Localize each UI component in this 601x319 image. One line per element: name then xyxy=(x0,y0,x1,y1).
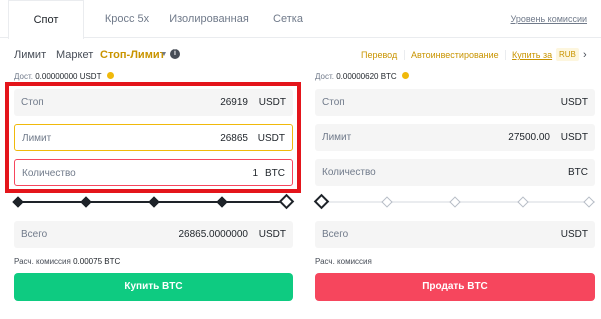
slider-step-25[interactable] xyxy=(80,196,92,208)
fee-value: 0.00075 BTC xyxy=(73,257,121,266)
field-value[interactable]: 1 xyxy=(252,160,258,187)
field-value[interactable]: 26919 xyxy=(220,89,248,116)
spot-order-panel: Спот Кросс 5x Изолированная Сетка Уровен… xyxy=(0,0,601,319)
field-unit: USDT xyxy=(257,133,285,144)
sell-btc-button[interactable]: Продать BTC xyxy=(315,273,595,301)
trading-mode-tabs: Спот Кросс 5x Изолированная Сетка Уровен… xyxy=(0,0,601,39)
balance-value: 0.00000620 BTC xyxy=(336,72,397,81)
field-label: Всего xyxy=(21,229,48,240)
buy-stop-input[interactable]: Стоп 26919 USDT xyxy=(14,89,293,116)
slider-step-0[interactable] xyxy=(12,196,24,208)
field-unit: USDT xyxy=(560,132,588,143)
field-value[interactable]: 27500.00 xyxy=(508,124,550,151)
field-label: Количество xyxy=(22,168,76,179)
tab-isolated[interactable]: Изолированная xyxy=(164,0,254,38)
tab-grid[interactable]: Сетка xyxy=(258,0,318,38)
field-value[interactable]: 26865.0000000 xyxy=(178,221,248,248)
slider-step-75[interactable] xyxy=(517,196,529,208)
info-icon[interactable]: i xyxy=(170,49,180,59)
slider-handle[interactable] xyxy=(313,193,330,210)
buy-total-input[interactable]: Всего 26865.0000000 USDT xyxy=(14,221,293,248)
caret-down-icon[interactable]: ▼ xyxy=(158,49,170,61)
field-label: Всего xyxy=(322,229,349,240)
slider-step-75[interactable] xyxy=(216,196,228,208)
buy-amount-slider[interactable] xyxy=(12,193,295,210)
field-label: Стоп xyxy=(322,97,345,108)
balance-label: Дост. xyxy=(14,72,33,81)
slider-step-50[interactable] xyxy=(148,196,160,208)
currency-badge[interactable]: RUB xyxy=(556,48,579,61)
field-label: Количество xyxy=(322,167,376,178)
buy-limit-input[interactable]: Лимит 26865 USDT xyxy=(14,124,293,151)
auto-invest-link[interactable]: Автоинвестирование xyxy=(411,47,499,63)
field-label: Лимит xyxy=(22,133,52,144)
sell-total-input[interactable]: Всего USDT xyxy=(315,221,595,248)
link-divider xyxy=(404,50,405,60)
field-value[interactable]: 26865 xyxy=(220,125,248,152)
coin-icon[interactable] xyxy=(401,72,409,79)
sell-estimated-fee: Расч. комиссия xyxy=(315,256,372,268)
field-label: Лимит xyxy=(322,132,352,143)
fee-level-link[interactable]: Уровень комиссии xyxy=(511,0,587,38)
tab-cross-5x[interactable]: Кросс 5x xyxy=(92,0,162,38)
slider-step-50[interactable] xyxy=(449,196,461,208)
buy-estimated-fee: Расч. комиссия 0.00075 BTC xyxy=(14,256,120,268)
transfer-link[interactable]: Перевод xyxy=(361,47,397,63)
coin-icon[interactable] xyxy=(106,72,114,79)
order-type-limit[interactable]: Лимит xyxy=(14,47,46,63)
balance-value: 0.00000000 USDT xyxy=(35,72,102,81)
sell-quantity-input[interactable]: Количество BTC xyxy=(315,159,595,186)
fee-label: Расч. комиссия xyxy=(315,257,372,266)
field-unit: USDT xyxy=(258,97,286,108)
sell-available-balance: Дост. 0.00000620 BTC xyxy=(315,71,409,83)
slider-step-100[interactable] xyxy=(583,196,595,208)
slider-handle[interactable] xyxy=(278,193,295,210)
link-divider xyxy=(505,50,506,60)
buy-available-balance: Дост. 0.00000000 USDT xyxy=(14,71,114,83)
sell-limit-input[interactable]: Лимит 27500.00 USDT xyxy=(315,124,595,151)
chevron-right-icon[interactable]: › xyxy=(583,47,587,63)
tab-spot[interactable]: Спот xyxy=(8,0,84,39)
fee-label: Расч. комиссия xyxy=(14,257,71,266)
field-unit: BTC xyxy=(265,168,285,179)
field-unit: BTC xyxy=(568,167,588,178)
buy-quantity-input[interactable]: Количество 1 BTC xyxy=(14,159,293,186)
order-type-stop-limit[interactable]: Стоп-Лимит xyxy=(100,47,165,63)
buy-btc-button[interactable]: Купить BTC xyxy=(14,273,293,301)
field-unit: USDT xyxy=(560,97,588,108)
buy-with-link[interactable]: Купить за xyxy=(512,47,552,63)
field-label: Стоп xyxy=(21,97,44,108)
balance-label: Дост. xyxy=(315,72,334,81)
sell-amount-slider[interactable] xyxy=(313,193,595,210)
field-unit: USDT xyxy=(560,229,588,240)
sell-stop-input[interactable]: Стоп USDT xyxy=(315,89,595,116)
field-unit: USDT xyxy=(258,229,286,240)
slider-step-25[interactable] xyxy=(381,196,393,208)
order-type-market[interactable]: Маркет xyxy=(56,47,93,63)
